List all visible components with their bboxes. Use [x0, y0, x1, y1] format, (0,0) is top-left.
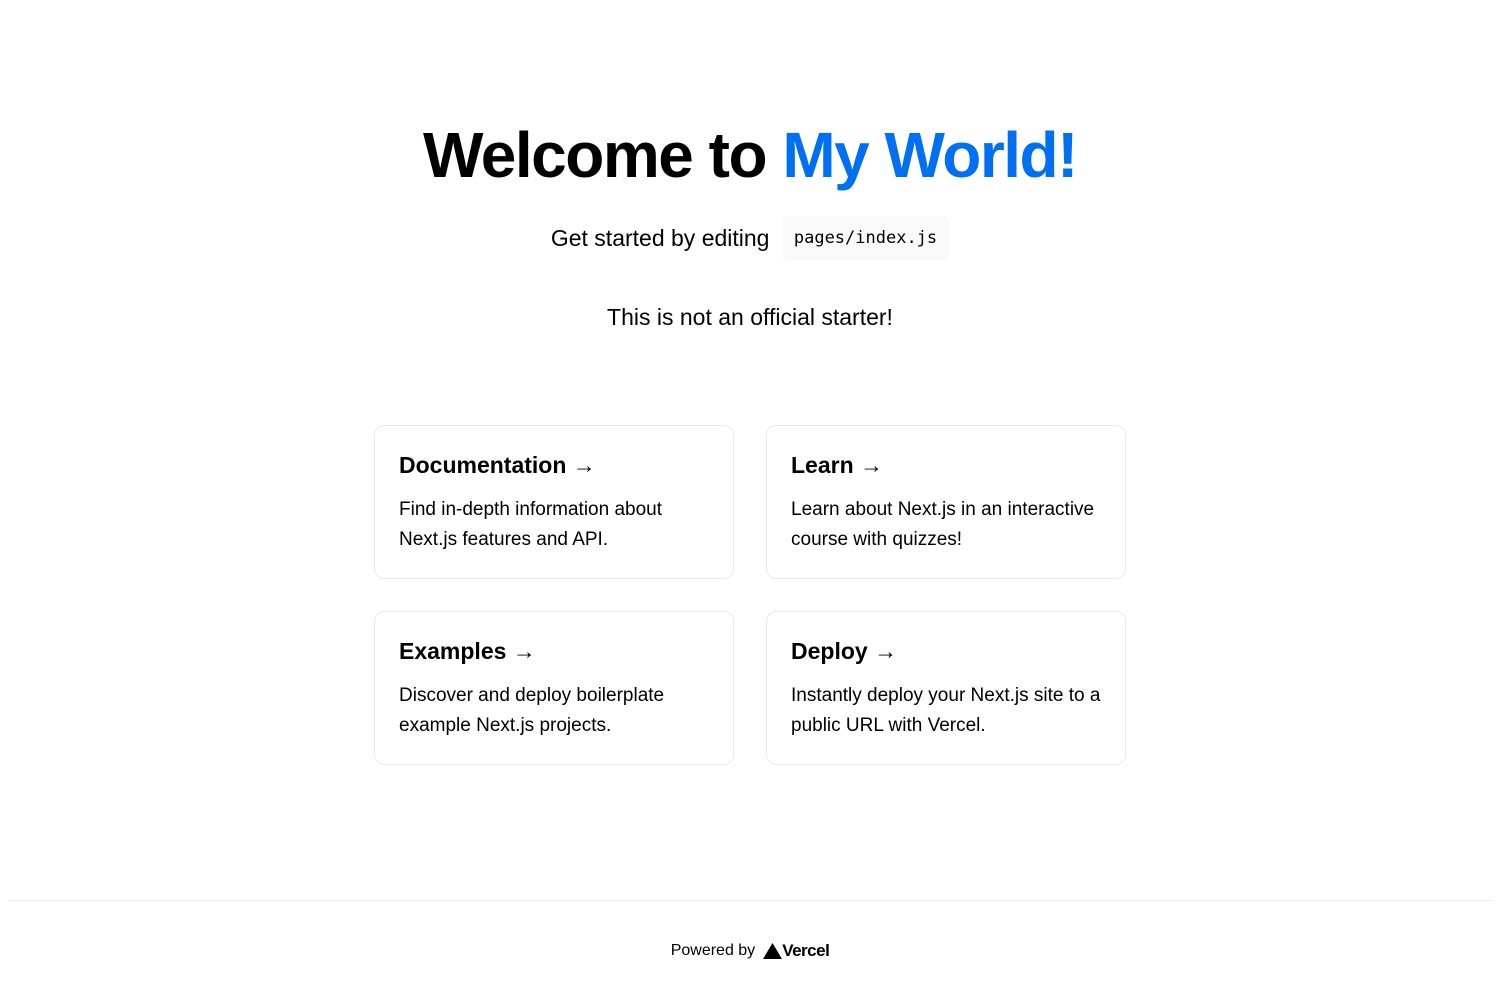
card-documentation[interactable]: Documentation → Find in-depth information…: [374, 425, 734, 579]
card-title: Learn →: [791, 452, 884, 478]
title-prefix: Welcome to: [423, 119, 783, 191]
code-snippet: pages/index.js: [781, 216, 950, 260]
page-title: Welcome to My World!: [0, 118, 1500, 192]
card-title: Deploy →: [791, 638, 898, 664]
description-text: Get started by editing: [550, 225, 770, 251]
card-text: Instantly deploy your Next.js site to a …: [791, 685, 1101, 736]
title-link[interactable]: My World!: [782, 119, 1078, 191]
card-title: Examples →: [399, 638, 536, 664]
card-text: Discover and deploy boilerplate example …: [399, 685, 665, 736]
card-examples[interactable]: Examples → Discover and deploy boilerplat…: [374, 611, 734, 765]
powered-by-text: Powered by: [670, 941, 756, 959]
card-text: Learn about Next.js in an interactive co…: [791, 499, 1095, 550]
card-learn[interactable]: Learn → Learn about Next.js in an interac…: [766, 425, 1126, 579]
powered-by-link[interactable]: Powered by Vercel: [671, 941, 830, 961]
footer: Powered by Vercel: [8, 900, 1492, 1000]
card-title: Documentation →: [399, 452, 596, 478]
card-text: Find in-depth information about Next.js …: [399, 499, 662, 550]
card-deploy[interactable]: Deploy → Instantly deploy your Next.js si…: [766, 611, 1126, 765]
vercel-logo: Vercel: [763, 940, 830, 961]
note: This is not an official starter!: [607, 304, 893, 330]
description: Get started by editing pages/index.js: [0, 216, 1500, 260]
vercel-triangle-icon: [763, 942, 783, 959]
vercel-logo-text: Vercel: [782, 940, 830, 960]
